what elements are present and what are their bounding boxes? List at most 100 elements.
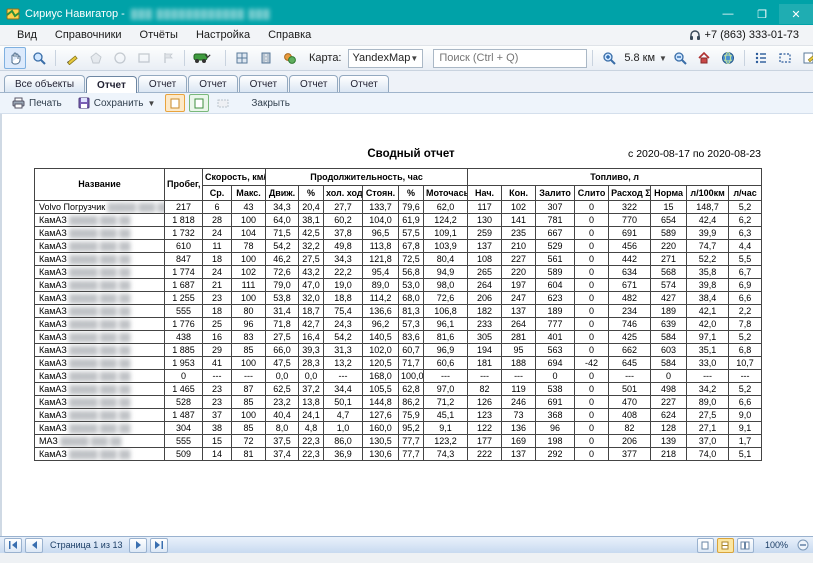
search-input[interactable] bbox=[433, 49, 587, 68]
value-cell: 96,5 bbox=[363, 227, 399, 240]
value-cell: 37,2 bbox=[299, 383, 324, 396]
value-cell: 60,7 bbox=[399, 344, 424, 357]
pan-tool-button[interactable] bbox=[4, 47, 26, 69]
value-cell: 74,7 bbox=[687, 240, 729, 253]
magnifier-plus-icon bbox=[602, 51, 616, 65]
close-button[interactable]: ✕ bbox=[779, 4, 813, 24]
title-bar: Сириус Навигатор - ███ ████████████ ███ … bbox=[0, 0, 813, 25]
value-cell: 37 bbox=[203, 409, 232, 422]
single-page-view-button[interactable] bbox=[697, 538, 714, 553]
vehicle-menu-button[interactable] bbox=[190, 47, 220, 69]
tab-4[interactable]: Отчет bbox=[239, 75, 288, 92]
menu-item-otchety[interactable]: Отчёты bbox=[131, 27, 187, 43]
value-cell: 72 bbox=[232, 435, 266, 448]
value-cell: 37,5 bbox=[266, 435, 299, 448]
value-cell: 1 687 bbox=[165, 279, 203, 292]
value-cell: 32,0 bbox=[299, 292, 324, 305]
magnifier-icon bbox=[32, 51, 46, 65]
select-region-button[interactable] bbox=[774, 47, 796, 69]
notes-button[interactable] bbox=[798, 47, 813, 69]
zoom-in-button[interactable] bbox=[598, 47, 620, 69]
value-cell: 27,1 bbox=[687, 422, 729, 435]
value-cell: 0 bbox=[575, 422, 609, 435]
zoom-out-slider-button[interactable] bbox=[797, 539, 809, 551]
page-portrait-button[interactable] bbox=[165, 94, 185, 112]
value-cell: 847 bbox=[165, 253, 203, 266]
vehicle-plate-redacted: █████ ███ ██ bbox=[69, 450, 130, 459]
table-row: КамАЗ █████ ███ ██1 885298566,039,331,31… bbox=[35, 344, 762, 357]
value-cell: 95 bbox=[502, 344, 536, 357]
value-cell: 86,2 bbox=[399, 396, 424, 409]
menu-item-spravka[interactable]: Справка bbox=[259, 27, 320, 43]
edit-map-button[interactable] bbox=[61, 47, 83, 69]
value-cell: 75,9 bbox=[399, 409, 424, 422]
vehicle-name-cell: МАЗ █████ ███ ██ bbox=[35, 435, 165, 448]
value-cell: --- bbox=[324, 370, 363, 383]
multi-page-view-button[interactable] bbox=[737, 538, 754, 553]
prev-page-button[interactable] bbox=[25, 538, 43, 553]
value-cell: 60,2 bbox=[324, 214, 363, 227]
fit-width-icon bbox=[721, 541, 729, 550]
vehicle-icon bbox=[193, 51, 217, 65]
tab-5[interactable]: Отчет bbox=[289, 75, 338, 92]
next-page-button[interactable] bbox=[129, 538, 147, 553]
value-cell: 62,0 bbox=[424, 201, 468, 214]
globe-button[interactable] bbox=[717, 47, 739, 69]
toolbar-separator bbox=[744, 50, 745, 66]
maximize-button[interactable]: ❐ bbox=[745, 4, 779, 24]
last-page-button[interactable] bbox=[150, 538, 168, 553]
zoom-tool-button[interactable] bbox=[28, 47, 50, 69]
first-page-button[interactable] bbox=[4, 538, 22, 553]
page-fit-button[interactable] bbox=[213, 94, 233, 112]
fit-width-view-button[interactable] bbox=[717, 538, 734, 553]
window-bottom-edge bbox=[0, 553, 813, 563]
circle-icon bbox=[113, 51, 127, 65]
print-button[interactable]: Печать bbox=[6, 95, 68, 111]
value-cell: 71,2 bbox=[424, 396, 468, 409]
home-button[interactable] bbox=[693, 47, 715, 69]
value-cell: 427 bbox=[651, 292, 687, 305]
value-cell: --- bbox=[729, 370, 762, 383]
value-cell: 0 bbox=[575, 448, 609, 461]
minimize-button[interactable]: — bbox=[711, 4, 745, 24]
route-layers-button[interactable] bbox=[279, 47, 301, 69]
menu-item-spravochniki[interactable]: Справочники bbox=[46, 27, 131, 43]
grid-view-button[interactable] bbox=[231, 47, 253, 69]
close-report-button[interactable]: Закрыть bbox=[245, 96, 296, 111]
map-select[interactable]: YandexMap ▼ bbox=[348, 49, 424, 68]
menu-item-nastroika[interactable]: Настройка bbox=[187, 27, 259, 43]
value-cell: 62,5 bbox=[266, 383, 299, 396]
tab-6[interactable]: Отчет bbox=[339, 75, 388, 92]
value-cell: 5,2 bbox=[729, 331, 762, 344]
column-header: Моточасы bbox=[424, 186, 468, 201]
table-row: КамАЗ █████ ███ ██1 465238762,537,234,41… bbox=[35, 383, 762, 396]
tab-0[interactable]: Все объекты bbox=[4, 75, 85, 92]
page-landscape-button[interactable] bbox=[189, 94, 209, 112]
vehicle-name-cell: КамАЗ █████ ███ ██ bbox=[35, 305, 165, 318]
column-header: Слито bbox=[575, 186, 609, 201]
zoom-out-button[interactable] bbox=[669, 47, 691, 69]
value-cell: 24 bbox=[203, 266, 232, 279]
object-list-button[interactable] bbox=[750, 47, 772, 69]
value-cell: 19,0 bbox=[324, 279, 363, 292]
circle-tool-button[interactable] bbox=[109, 47, 131, 69]
value-cell: 102,0 bbox=[363, 344, 399, 357]
tab-1[interactable]: Отчет bbox=[86, 76, 137, 93]
road-view-button[interactable] bbox=[255, 47, 277, 69]
toolbar-separator bbox=[225, 50, 226, 66]
polygon-tool-button[interactable] bbox=[85, 47, 107, 69]
chevron-down-icon[interactable]: ▼ bbox=[659, 54, 667, 63]
tab-2[interactable]: Отчет bbox=[138, 75, 187, 92]
value-cell: 189 bbox=[651, 305, 687, 318]
value-cell: 53,8 bbox=[266, 292, 299, 305]
rectangle-tool-button[interactable] bbox=[133, 47, 155, 69]
status-bar: Страница 1 из 13 100% bbox=[0, 536, 813, 553]
value-cell: 20,4 bbox=[299, 201, 324, 214]
value-cell: 113,8 bbox=[363, 240, 399, 253]
map-scale-value[interactable]: 5.8 км bbox=[624, 52, 655, 64]
flag-tool-button[interactable] bbox=[157, 47, 179, 69]
tab-3[interactable]: Отчет bbox=[188, 75, 237, 92]
save-button[interactable]: Сохранить ▼ bbox=[72, 95, 162, 111]
value-cell: 501 bbox=[609, 383, 651, 396]
menu-item-vid[interactable]: Вид bbox=[8, 27, 46, 43]
